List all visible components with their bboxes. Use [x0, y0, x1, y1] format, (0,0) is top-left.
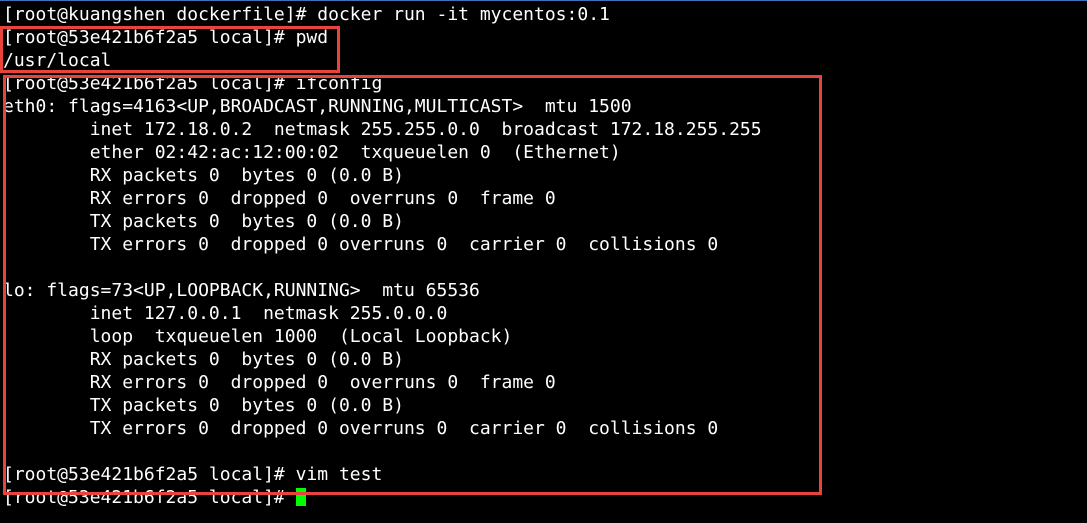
- shell-prompt: [root@53e421b6f2a5 local]#: [3, 487, 296, 508]
- terminal-output: [root@kuangshen dockerfile]# docker run …: [3, 3, 762, 509]
- terminal-line-pwd-command: [root@53e421b6f2a5 local]# pwd: [3, 27, 329, 48]
- terminal-line-lo-rx-packets: RX packets 0 bytes 0 (0.0 B): [3, 349, 404, 370]
- terminal-line-eth0-ether: ether 02:42:ac:12:00:02 txqueuelen 0 (Et…: [3, 142, 621, 163]
- terminal-line-eth0-flags: eth0: flags=4163<UP,BROADCAST,RUNNING,MU…: [3, 96, 632, 117]
- terminal-line-vim-command: [root@53e421b6f2a5 local]# vim test: [3, 464, 383, 485]
- terminal-line-lo-tx-packets: TX packets 0 bytes 0 (0.0 B): [3, 395, 404, 416]
- terminal-line-blank: [3, 256, 762, 279]
- terminal-line-blank: [3, 440, 762, 463]
- terminal-line-lo-loop: loop txqueuelen 1000 (Local Loopback): [3, 326, 513, 347]
- terminal-line-pwd-output: /usr/local: [3, 50, 112, 71]
- terminal-line-lo-inet: inet 127.0.0.1 netmask 255.0.0.0: [3, 303, 448, 324]
- text-cursor: [295, 488, 306, 506]
- terminal-line-ifconfig-command: [root@53e421b6f2a5 local]# ifconfig: [3, 73, 383, 94]
- terminal-line-lo-flags: lo: flags=73<UP,LOOPBACK,RUNNING> mtu 65…: [3, 280, 480, 301]
- terminal-window[interactable]: [root@kuangshen dockerfile]# docker run …: [0, 0, 1087, 523]
- terminal-line-lo-tx-errors: TX errors 0 dropped 0 overruns 0 carrier…: [3, 418, 719, 439]
- terminal-prompt-line[interactable]: [root@53e421b6f2a5 local]#: [3, 486, 762, 509]
- terminal-line-docker-run: [root@kuangshen dockerfile]# docker run …: [3, 4, 610, 25]
- terminal-line-lo-rx-errors: RX errors 0 dropped 0 overruns 0 frame 0: [3, 372, 556, 393]
- terminal-line-eth0-tx-errors: TX errors 0 dropped 0 overruns 0 carrier…: [3, 234, 719, 255]
- window-top-edge: [0, 0, 1087, 1]
- terminal-line-eth0-inet: inet 172.18.0.2 netmask 255.255.0.0 broa…: [3, 119, 762, 140]
- terminal-line-eth0-rx-errors: RX errors 0 dropped 0 overruns 0 frame 0: [3, 188, 556, 209]
- terminal-line-eth0-tx-packets: TX packets 0 bytes 0 (0.0 B): [3, 211, 404, 232]
- terminal-line-eth0-rx-packets: RX packets 0 bytes 0 (0.0 B): [3, 165, 404, 186]
